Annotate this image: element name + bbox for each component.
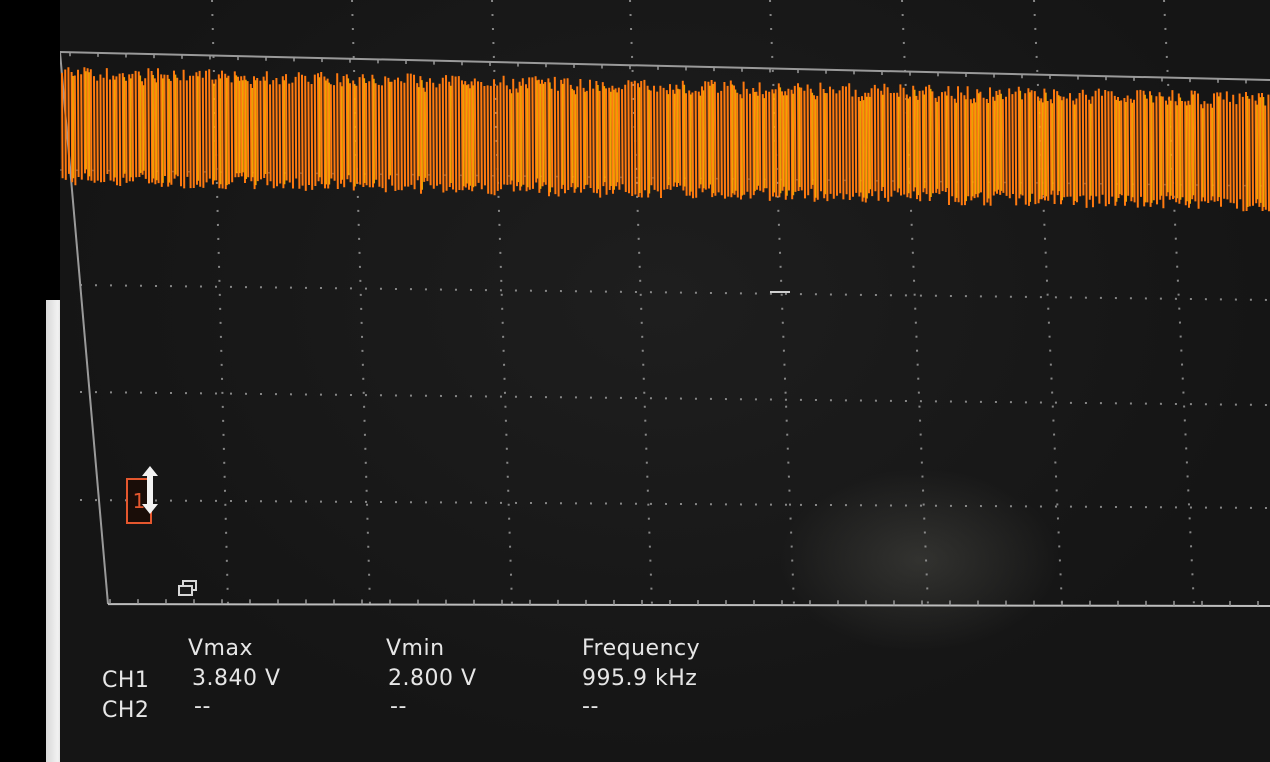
ch2-frequency-value: -- xyxy=(582,694,599,719)
ch1-frequency-value: 995.9 kHz xyxy=(582,666,698,691)
ch2-vmin-value: -- xyxy=(390,694,407,719)
graticule-vline xyxy=(1033,0,1063,606)
graticule-top-border xyxy=(60,51,1270,81)
channel-offset-arrow-icon[interactable] xyxy=(142,466,158,514)
graticule-bottom-border xyxy=(107,603,1270,607)
window-icon[interactable] xyxy=(178,580,198,596)
graticule-hline xyxy=(79,499,1270,509)
meas-header-vmax: Vmax xyxy=(188,636,253,661)
waveform-highlight-strokes xyxy=(72,71,1265,208)
row-label-ch2: CH2 xyxy=(102,698,150,723)
row-label-ch1: CH1 xyxy=(102,668,150,693)
graticule-hline xyxy=(79,391,1270,406)
ch1-vmax-value: 3.840 V xyxy=(192,666,281,691)
screen-bezel-left xyxy=(0,0,48,762)
meas-header-frequency: Frequency xyxy=(582,636,701,661)
ch1-waveform-trace xyxy=(61,67,1270,212)
ch2-vmax-value: -- xyxy=(194,694,211,719)
graticule-vline xyxy=(769,0,795,606)
scope-display: 1 Vmax Vmin Frequency CH1 3.840 V 2.800 … xyxy=(60,0,1270,762)
graticule-hline xyxy=(79,284,1270,301)
graticule-vline xyxy=(1163,0,1195,606)
ch1-vmin-value: 2.800 V xyxy=(388,666,477,691)
meas-header-vmin: Vmin xyxy=(386,636,445,661)
